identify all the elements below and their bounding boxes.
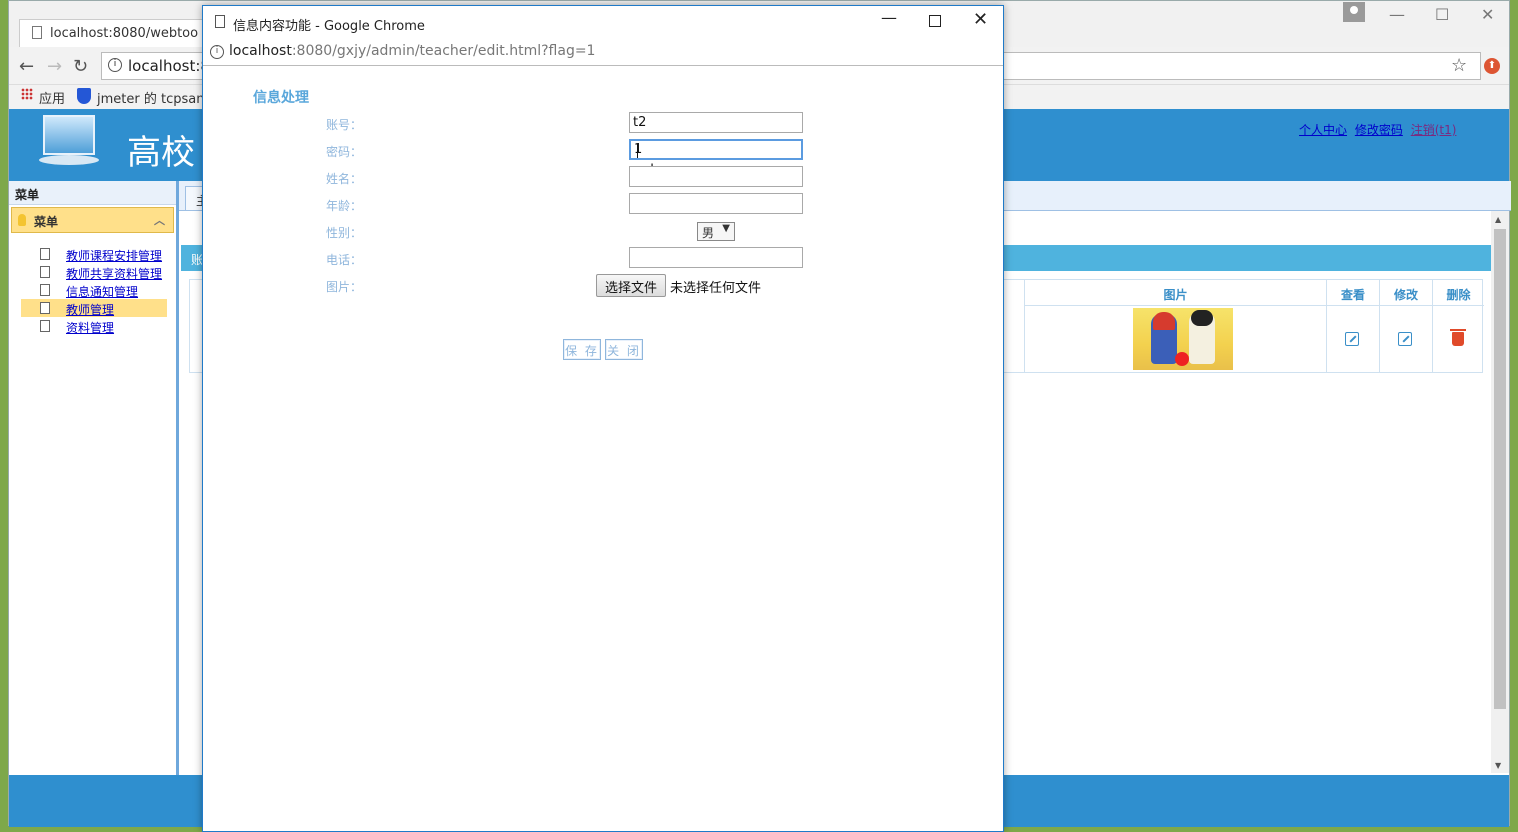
phone-label: 电话： xyxy=(326,253,363,267)
file-status-text: 未选择任何文件 xyxy=(670,281,762,296)
bookmark-apps[interactable]: 应用 xyxy=(39,88,65,107)
choose-file-button[interactable]: 选择文件 xyxy=(596,274,666,297)
sidebar-item-notices[interactable]: 信息通知管理 xyxy=(21,281,167,299)
bookmark-star-icon[interactable]: ☆ xyxy=(1451,55,1467,76)
name-label: 姓名： xyxy=(326,172,363,186)
info-icon[interactable]: i xyxy=(108,58,122,72)
scroll-down-icon[interactable]: ▼ xyxy=(1495,761,1501,770)
sidebar-item-teachers[interactable]: 教师管理 xyxy=(21,299,167,317)
logo-monitor-base xyxy=(39,155,99,165)
forward-icon[interactable]: → xyxy=(47,56,62,77)
sidebar-item-materials[interactable]: 资料管理 xyxy=(21,317,167,335)
password-input[interactable] xyxy=(629,139,803,160)
account-label: 账号： xyxy=(326,118,363,132)
sidebar-item-label: 教师课程安排管理 xyxy=(66,249,163,263)
sidebar-item-label: 教师共享资料管理 xyxy=(66,267,163,281)
popup-url-bar[interactable]: i localhost:8080/gxjy/admin/teacher/edit… xyxy=(203,38,1003,66)
collapse-icon[interactable]: ︿ xyxy=(154,212,165,228)
page-icon xyxy=(40,266,50,278)
gender-label: 性别： xyxy=(326,226,363,240)
image-label: 图片： xyxy=(326,280,363,294)
popup-url-host: localhost xyxy=(229,43,292,59)
page-icon xyxy=(40,302,50,314)
column-header-edit: 修改 xyxy=(1379,280,1432,306)
sidebar-heading: 菜单 xyxy=(9,181,176,205)
page-icon xyxy=(40,284,50,296)
sidebar-menu-group[interactable]: 菜单 ︿ xyxy=(11,207,174,233)
link-profile[interactable]: 个人中心 xyxy=(1299,123,1347,137)
sidebar: 菜单 菜单 ︿ 教师课程安排管理 教师共享资料管理 信息通知管理 教师管理 资料… xyxy=(9,181,179,775)
text-caret xyxy=(637,144,638,158)
age-input[interactable] xyxy=(629,193,803,214)
column-header-image: 图片 xyxy=(1024,280,1326,306)
site-title: 高校 xyxy=(127,133,195,173)
table-cell-divider xyxy=(1024,306,1025,372)
sidebar-item-label: 资料管理 xyxy=(66,321,115,335)
close-icon[interactable]: ✕ xyxy=(973,9,988,30)
gender-selected-value: 男 xyxy=(702,226,715,240)
sidebar-item-label: 教师管理 xyxy=(66,303,115,317)
link-change-password[interactable]: 修改密码 xyxy=(1355,123,1403,137)
save-button[interactable]: 保 存 xyxy=(563,339,601,360)
cartoon-ball xyxy=(1175,352,1189,366)
column-header-view: 查看 xyxy=(1326,280,1379,306)
minimize-icon[interactable]: — xyxy=(1389,5,1405,24)
teacher-photo-thumbnail xyxy=(1133,308,1233,370)
page-icon xyxy=(215,15,225,28)
minimize-icon[interactable]: — xyxy=(881,8,897,27)
table-cell-divider xyxy=(1379,306,1380,372)
page-icon xyxy=(40,320,50,332)
phone-input[interactable] xyxy=(629,247,803,268)
popup-titlebar: 信息内容功能 - Google Chrome — ✕ xyxy=(203,6,1003,38)
top-links: 个人中心 修改密码 注销(t1) xyxy=(1299,121,1460,138)
background-tab-title: localhost:8080/webtoo xyxy=(50,26,199,41)
dropdown-arrow-icon: ▼ xyxy=(722,223,730,234)
sidebar-item-shared-materials[interactable]: 教师共享资料管理 xyxy=(21,263,167,281)
sidebar-item-course-schedule[interactable]: 教师课程安排管理 xyxy=(21,245,167,263)
maximize-icon[interactable]: ☐ xyxy=(1435,5,1449,24)
background-tab[interactable]: localhost:8080/webtoo × xyxy=(19,19,219,47)
column-header-delete: 删除 xyxy=(1432,280,1484,306)
scroll-up-icon[interactable]: ▲ xyxy=(1495,215,1501,224)
extension-icon[interactable]: ⬆ xyxy=(1484,58,1500,74)
content-scrollbar[interactable]: ▲ ▼ xyxy=(1491,211,1509,773)
name-input[interactable] xyxy=(629,166,803,187)
close-button[interactable]: 关 闭 xyxy=(605,339,643,360)
account-input[interactable] xyxy=(629,112,803,133)
link-logout[interactable]: 注销(t1) xyxy=(1411,123,1457,137)
maximize-icon[interactable] xyxy=(929,15,941,27)
view-icon[interactable] xyxy=(1345,332,1359,346)
page-icon xyxy=(40,248,50,260)
sidebar-menu-label: 菜单 xyxy=(34,215,59,229)
popup-window-title: 信息内容功能 - Google Chrome xyxy=(233,19,425,34)
reload-icon[interactable]: ↻ xyxy=(73,56,88,77)
sidebar-item-label: 信息通知管理 xyxy=(66,285,139,299)
shield-icon xyxy=(77,88,91,104)
bookmark-jmeter[interactable]: jmeter 的 tcpsamp xyxy=(97,88,217,107)
popup-url-path: :8080/gxjy/admin/teacher/edit.html?flag=… xyxy=(291,43,596,59)
profile-icon[interactable] xyxy=(1343,2,1365,22)
edit-popup-window: 信息内容功能 - Google Chrome — ✕ i localhost:8… xyxy=(202,5,1004,832)
form-title: 信息处理 xyxy=(253,90,309,106)
lightbulb-icon xyxy=(18,214,26,226)
info-icon[interactable]: i xyxy=(210,45,224,59)
close-icon[interactable]: ✕ xyxy=(1481,5,1494,24)
sidebar-items: 教师课程安排管理 教师共享资料管理 信息通知管理 教师管理 资料管理 xyxy=(9,245,176,335)
cartoon-figure xyxy=(1151,312,1177,364)
logo-monitor-icon xyxy=(43,115,95,155)
apps-grid-icon[interactable] xyxy=(21,88,33,100)
table-cell-divider xyxy=(1326,306,1327,372)
scrollbar-thumb[interactable] xyxy=(1494,229,1506,709)
page-icon xyxy=(32,26,42,39)
cartoon-figure xyxy=(1189,310,1215,364)
password-label: 密码： xyxy=(326,145,363,159)
gender-select[interactable]: 男 ▼ xyxy=(697,222,735,241)
age-label: 年龄： xyxy=(326,199,363,213)
trash-icon[interactable] xyxy=(1450,329,1466,346)
table-cell-divider xyxy=(1432,306,1433,372)
back-icon[interactable]: ← xyxy=(19,56,34,77)
edit-icon[interactable] xyxy=(1398,332,1412,346)
